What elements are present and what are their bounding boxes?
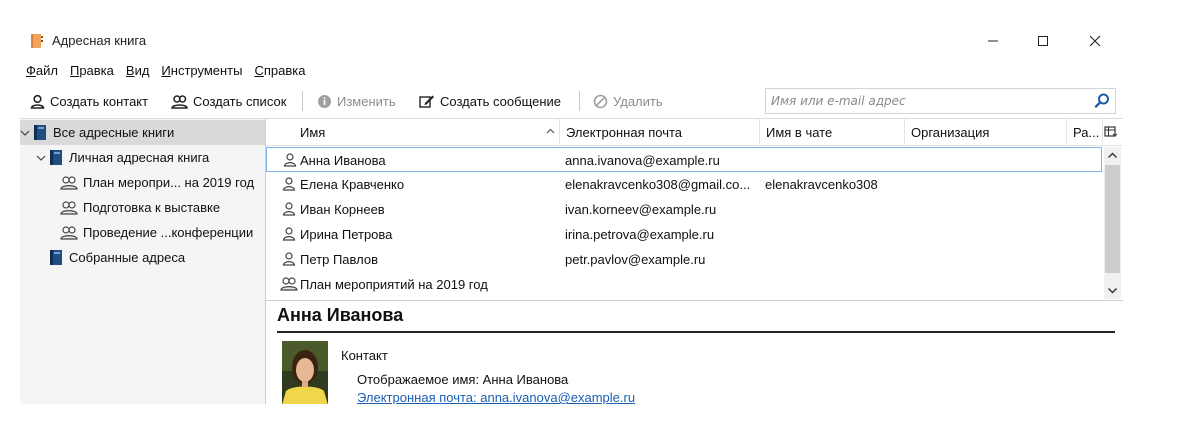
mailing-list-icon [280,277,298,291]
close-button[interactable] [1072,24,1118,58]
table-row[interactable]: Иван Корнеев ivan.korneev@example.ru [266,197,1102,222]
address-book-icon [50,250,62,265]
contacts-list: Имя Электронная почта Имя в чате Организ… [266,118,1123,300]
contact-icon [282,227,296,241]
column-picker-icon[interactable] [1104,125,1118,139]
menu-bar: Файл Правка Вид Инструменты Справка [20,60,1123,82]
card-display-name: Отображаемое имя: Анна Иванова [357,372,569,387]
contact-icon [282,177,296,191]
minimize-icon [988,40,998,42]
title-bar: Адресная книга [20,24,1123,58]
tree-item-mailing-list[interactable]: План меропри... на 2019 год [20,170,265,195]
mailing-list-icon [60,225,78,240]
toolbar-separator [302,91,303,111]
card-contact-name: Анна Иванова [277,305,404,325]
contact-name: Иван Корнеев [300,202,385,217]
contact-email: anna.ivanova@example.ru [565,153,720,168]
contact-email: petr.pavlov@example.ru [565,252,706,267]
column-extra[interactable]: Ра... [1067,119,1103,146]
close-icon [1089,35,1101,47]
maximize-button[interactable] [1020,24,1066,58]
mailing-list-icon [60,175,78,190]
menu-help[interactable]: Справка [248,60,311,82]
table-row[interactable]: Елена Кравченко elenakravcenko308@gmail.… [266,172,1102,197]
menu-file[interactable]: Файл [20,60,64,82]
mailing-list-icon [60,200,78,215]
maximize-icon [1038,36,1048,46]
table-row[interactable]: Петр Павлов petr.pavlov@example.ru [266,247,1102,272]
contact-chat-name [765,222,905,247]
contact-chat-name [765,197,905,222]
address-book-window: Адресная книга Файл Правка Вид Инструмен… [20,24,1123,404]
chevron-down-icon[interactable] [36,153,46,163]
address-book-icon [34,125,46,140]
contact-chat-name: elenakravcenko308 [765,177,878,192]
list-header: Имя Электронная почта Имя в чате Организ… [266,119,1123,146]
contact-photo [282,341,328,404]
minimize-button[interactable] [970,24,1016,58]
contact-icon [283,153,297,167]
scroll-thumb[interactable] [1105,165,1120,273]
edit-button[interactable]: Изменить [317,89,396,113]
column-email[interactable]: Электронная почта [560,119,760,146]
tree-item-all-books[interactable]: Все адресные книги [20,120,265,145]
contact-email: ivan.korneev@example.ru [565,202,717,217]
contact-chat-name [765,148,905,173]
new-contact-button[interactable]: Создать контакт [30,89,148,113]
contact-card: Анна Иванова Контакт Отображаемое имя: А… [266,300,1123,404]
new-contact-icon [30,94,45,109]
contact-name: Елена Кравченко [300,177,405,192]
compose-icon [419,95,434,108]
toolbar: Создать контакт Создать список Изменить [20,86,1123,116]
prohibited-icon [593,94,608,108]
search-box [765,88,1116,114]
tree-item-collected-addresses[interactable]: Собранные адреса [20,245,265,270]
column-chat-name[interactable]: Имя в чате [760,119,905,146]
toolbar-separator [579,91,580,111]
contact-icon [282,252,296,266]
write-message-button[interactable]: Создать сообщение [419,89,561,113]
list-scrollbar[interactable] [1104,147,1121,299]
scroll-down-icon[interactable] [1104,282,1121,299]
address-book-icon [50,150,62,165]
new-list-button[interactable]: Создать список [171,89,286,113]
card-divider [277,331,1115,333]
sort-ascending-icon [546,128,555,134]
column-name[interactable]: Имя [266,119,560,146]
delete-button[interactable]: Удалить [593,89,663,113]
contact-photo-image [282,341,328,404]
tree-item-personal-book[interactable]: Личная адресная книга [20,145,265,170]
tree-item-mailing-list[interactable]: Подготовка к выставке [20,195,265,220]
contact-icon [282,202,296,216]
tree-item-mailing-list[interactable]: Проведение ...конференции [20,220,265,245]
table-row[interactable]: Анна Иванова anna.ivanova@example.ru [266,147,1102,172]
info-icon [318,94,331,108]
scroll-up-icon[interactable] [1104,147,1121,164]
contact-chat-name [765,247,905,272]
contact-name: Ирина Петрова [300,227,393,242]
search-input[interactable] [766,89,1086,113]
table-row[interactable]: План мероприятий на 2019 год [266,272,1102,297]
column-organization[interactable]: Организация [905,119,1067,146]
address-books-tree: Все адресные книги Личная адресная книга… [20,118,266,404]
menu-view[interactable]: Вид [120,60,156,82]
window-title: Адресная книга [52,33,147,48]
contact-name: План мероприятий на 2019 год [300,277,488,292]
menu-tools[interactable]: Инструменты [155,60,248,82]
search-icon[interactable] [1093,92,1111,110]
table-row[interactable]: Ирина Петрова irina.petrova@example.ru [266,222,1102,247]
card-email-link[interactable]: Электронная почта: anna.ivanova@example.… [357,390,635,404]
contact-name: Петр Павлов [300,252,378,267]
card-section-title: Контакт [341,348,388,363]
contact-email: irina.petrova@example.ru [565,227,715,242]
address-book-app-icon [31,34,43,48]
menu-edit[interactable]: Правка [64,60,120,82]
new-list-icon [171,94,188,109]
contact-name: Анна Иванова [300,153,386,168]
contact-email: elenakravcenko308@gmail.co... [565,177,751,192]
chevron-down-icon[interactable] [20,128,30,138]
